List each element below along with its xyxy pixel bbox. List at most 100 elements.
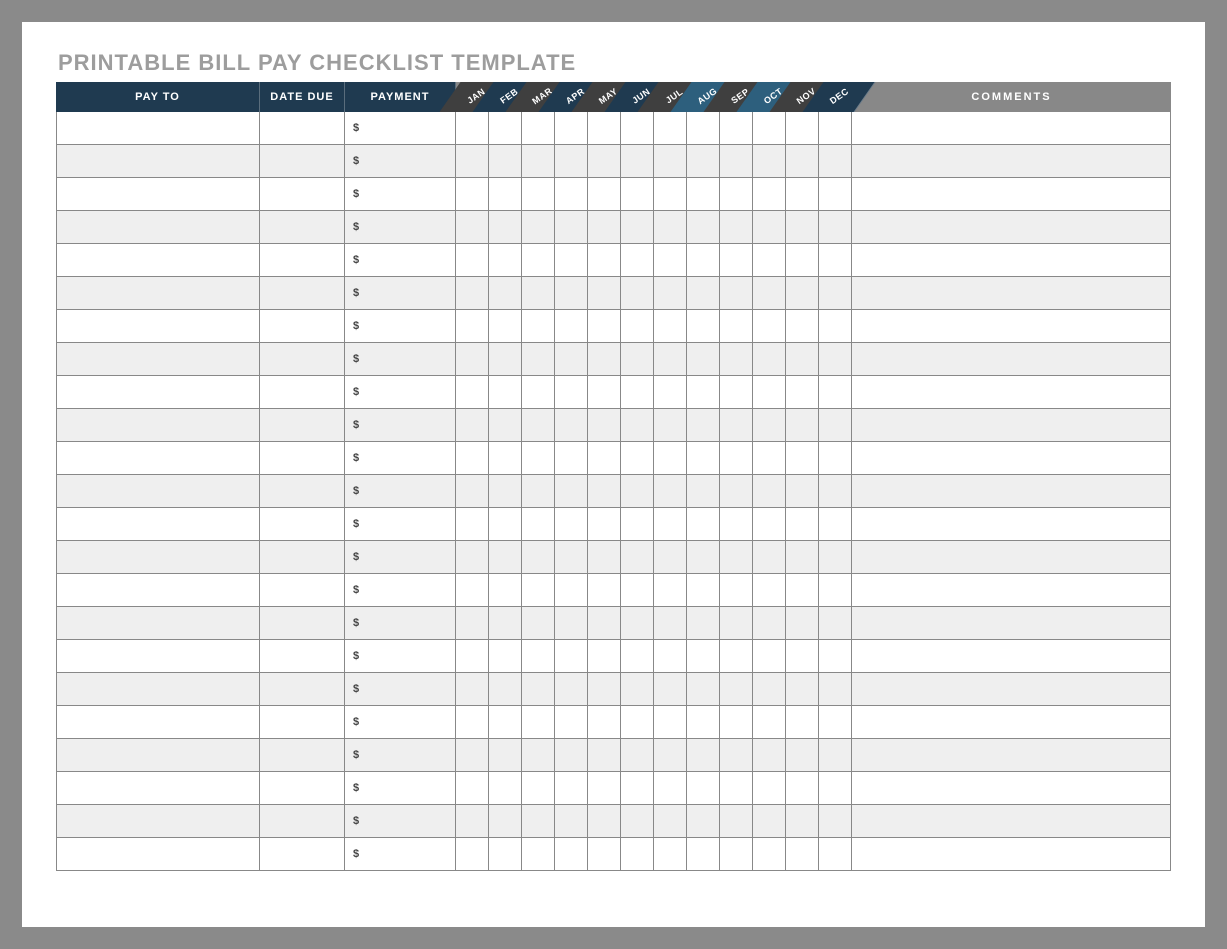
cell-month-dec[interactable] [819, 838, 852, 871]
cell-month-may[interactable] [588, 475, 621, 508]
cell-date-due[interactable] [260, 607, 345, 640]
cell-payment[interactable]: $ [345, 376, 456, 409]
cell-month-may[interactable] [588, 673, 621, 706]
cell-month-jun[interactable] [621, 508, 654, 541]
cell-month-jun[interactable] [621, 673, 654, 706]
cell-comments[interactable] [852, 376, 1171, 409]
cell-month-aug[interactable] [687, 475, 720, 508]
cell-month-may[interactable] [588, 376, 621, 409]
cell-month-aug[interactable] [687, 541, 720, 574]
cell-month-oct[interactable] [753, 310, 786, 343]
cell-month-apr[interactable] [555, 607, 588, 640]
cell-month-nov[interactable] [786, 475, 819, 508]
cell-month-oct[interactable] [753, 112, 786, 145]
cell-month-dec[interactable] [819, 409, 852, 442]
cell-month-apr[interactable] [555, 178, 588, 211]
cell-payment[interactable]: $ [345, 607, 456, 640]
cell-month-mar[interactable] [522, 574, 555, 607]
cell-month-oct[interactable] [753, 178, 786, 211]
cell-month-nov[interactable] [786, 376, 819, 409]
cell-month-feb[interactable] [489, 178, 522, 211]
cell-month-feb[interactable] [489, 145, 522, 178]
cell-month-aug[interactable] [687, 574, 720, 607]
cell-month-dec[interactable] [819, 277, 852, 310]
cell-month-jul[interactable] [654, 475, 687, 508]
cell-month-jan[interactable] [456, 145, 489, 178]
cell-payment[interactable]: $ [345, 145, 456, 178]
cell-month-aug[interactable] [687, 310, 720, 343]
cell-month-aug[interactable] [687, 607, 720, 640]
cell-month-aug[interactable] [687, 112, 720, 145]
cell-month-jul[interactable] [654, 838, 687, 871]
cell-month-oct[interactable] [753, 145, 786, 178]
cell-month-jun[interactable] [621, 475, 654, 508]
cell-month-nov[interactable] [786, 673, 819, 706]
cell-month-jun[interactable] [621, 442, 654, 475]
cell-month-sep[interactable] [720, 409, 753, 442]
cell-month-may[interactable] [588, 277, 621, 310]
cell-month-may[interactable] [588, 838, 621, 871]
cell-pay-to[interactable] [56, 145, 260, 178]
cell-month-may[interactable] [588, 178, 621, 211]
cell-month-sep[interactable] [720, 310, 753, 343]
cell-payment[interactable]: $ [345, 574, 456, 607]
cell-month-mar[interactable] [522, 772, 555, 805]
cell-comments[interactable] [852, 310, 1171, 343]
cell-month-oct[interactable] [753, 706, 786, 739]
cell-month-sep[interactable] [720, 673, 753, 706]
cell-month-jan[interactable] [456, 310, 489, 343]
cell-month-apr[interactable] [555, 739, 588, 772]
cell-month-jun[interactable] [621, 145, 654, 178]
cell-month-jul[interactable] [654, 178, 687, 211]
cell-payment[interactable]: $ [345, 211, 456, 244]
cell-comments[interactable] [852, 409, 1171, 442]
cell-month-apr[interactable] [555, 673, 588, 706]
cell-payment[interactable]: $ [345, 277, 456, 310]
cell-month-jan[interactable] [456, 508, 489, 541]
cell-month-apr[interactable] [555, 310, 588, 343]
cell-date-due[interactable] [260, 343, 345, 376]
cell-month-oct[interactable] [753, 475, 786, 508]
cell-month-jan[interactable] [456, 607, 489, 640]
cell-month-sep[interactable] [720, 541, 753, 574]
cell-month-jun[interactable] [621, 376, 654, 409]
cell-month-may[interactable] [588, 574, 621, 607]
cell-comments[interactable] [852, 574, 1171, 607]
cell-month-feb[interactable] [489, 508, 522, 541]
cell-payment[interactable]: $ [345, 673, 456, 706]
cell-month-nov[interactable] [786, 706, 819, 739]
cell-month-apr[interactable] [555, 112, 588, 145]
cell-payment[interactable]: $ [345, 343, 456, 376]
cell-month-dec[interactable] [819, 244, 852, 277]
cell-month-dec[interactable] [819, 607, 852, 640]
cell-pay-to[interactable] [56, 772, 260, 805]
cell-month-apr[interactable] [555, 442, 588, 475]
cell-month-apr[interactable] [555, 541, 588, 574]
cell-month-sep[interactable] [720, 475, 753, 508]
cell-payment[interactable]: $ [345, 442, 456, 475]
cell-month-oct[interactable] [753, 673, 786, 706]
cell-date-due[interactable] [260, 673, 345, 706]
cell-comments[interactable] [852, 343, 1171, 376]
cell-month-feb[interactable] [489, 838, 522, 871]
cell-month-sep[interactable] [720, 772, 753, 805]
cell-month-sep[interactable] [720, 442, 753, 475]
cell-month-dec[interactable] [819, 640, 852, 673]
cell-month-jun[interactable] [621, 178, 654, 211]
cell-month-sep[interactable] [720, 805, 753, 838]
cell-month-feb[interactable] [489, 277, 522, 310]
cell-month-mar[interactable] [522, 211, 555, 244]
cell-pay-to[interactable] [56, 277, 260, 310]
cell-date-due[interactable] [260, 376, 345, 409]
cell-month-may[interactable] [588, 772, 621, 805]
cell-month-nov[interactable] [786, 112, 819, 145]
cell-month-aug[interactable] [687, 805, 720, 838]
cell-month-jan[interactable] [456, 244, 489, 277]
cell-month-apr[interactable] [555, 838, 588, 871]
cell-month-sep[interactable] [720, 508, 753, 541]
cell-month-jul[interactable] [654, 805, 687, 838]
cell-date-due[interactable] [260, 805, 345, 838]
cell-comments[interactable] [852, 706, 1171, 739]
cell-month-feb[interactable] [489, 607, 522, 640]
cell-month-dec[interactable] [819, 343, 852, 376]
